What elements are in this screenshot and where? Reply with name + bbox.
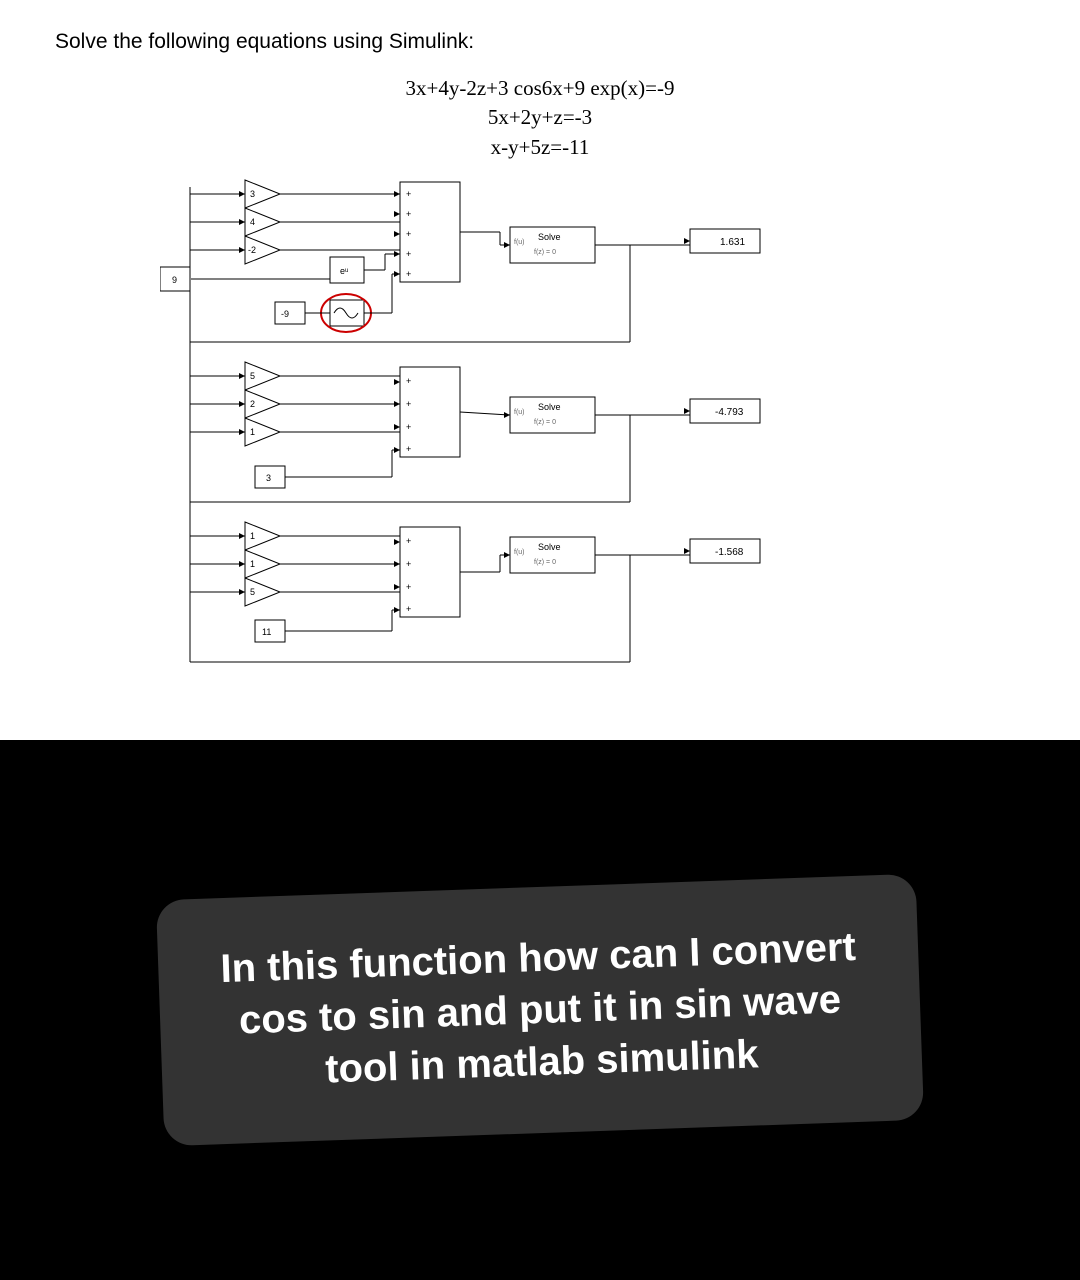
display-3: -1.568 [715,547,744,558]
simulink-diagram: 3 4 -2 9 eᵘ -9 + + + + + f(u) Solve f(z) = 0… [160,172,920,702]
diagram-svg: 3 4 -2 9 eᵘ -9 + + + + + f(u) Solve f(z) = 0… [160,172,920,702]
solve-label-1a: Solve [538,232,561,242]
question-card: In this function how can I convert cos t… [156,874,924,1146]
svg-text:+: + [406,229,411,239]
svg-text:+: + [406,249,411,259]
solve-label-3b: f(z) = 0 [534,559,556,566]
const-11: 11 [262,627,271,637]
exp-block: eᵘ [340,266,348,276]
svg-text:+: + [406,399,411,409]
problem-section: Solve the following equations using Simu… [0,0,1080,740]
equation-1: 3x+4y-2z+3 cos6x+9 exp(x)=-9 [55,74,1025,103]
gain-12: 5 [250,587,255,597]
const-neg9: -9 [281,309,289,319]
gain-2: 4 [250,217,255,227]
solve-label-3a: Solve [538,542,561,552]
svg-text:+: + [406,189,411,199]
svg-text:+: + [406,269,411,279]
solve-label-2b: f(z) = 0 [534,419,556,426]
gain-11: 1 [250,559,255,569]
svg-text:+: + [406,444,411,454]
svg-text:+: + [406,604,411,614]
gain-7: 2 [250,399,255,409]
const-3: 3 [266,473,271,483]
prompt-text: Solve the following equations using Simu… [55,30,1025,54]
solve-label-2a: Solve [538,402,561,412]
gain-8: 1 [250,427,255,437]
svg-text:+: + [406,536,411,546]
solve-prefix-3: f(u) [514,549,525,556]
gain-6: 5 [250,371,255,381]
display-1: 1.631 [720,237,745,248]
gain-10: 1 [250,531,255,541]
question-section: In this function how can I convert cos t… [0,740,1080,1280]
equation-2: 5x+2y+z=-3 [55,103,1025,132]
svg-text:+: + [406,376,411,386]
equations-block: 3x+4y-2z+3 cos6x+9 exp(x)=-9 5x+2y+z=-3 … [55,74,1025,162]
svg-text:+: + [406,582,411,592]
const-9: 9 [172,275,177,285]
gain-1: 3 [250,189,255,199]
solve-label-1b: f(z) = 0 [534,249,556,256]
svg-text:+: + [406,209,411,219]
gain-3: -2 [248,245,256,255]
question-text: In this function how can I convert cos t… [212,921,867,1100]
display-2: -4.793 [715,407,744,418]
solve-prefix-2: f(u) [514,409,525,416]
solve-prefix-1: f(u) [514,239,525,246]
svg-text:+: + [406,559,411,569]
svg-text:+: + [406,422,411,432]
equation-3: x-y+5z=-11 [55,133,1025,162]
